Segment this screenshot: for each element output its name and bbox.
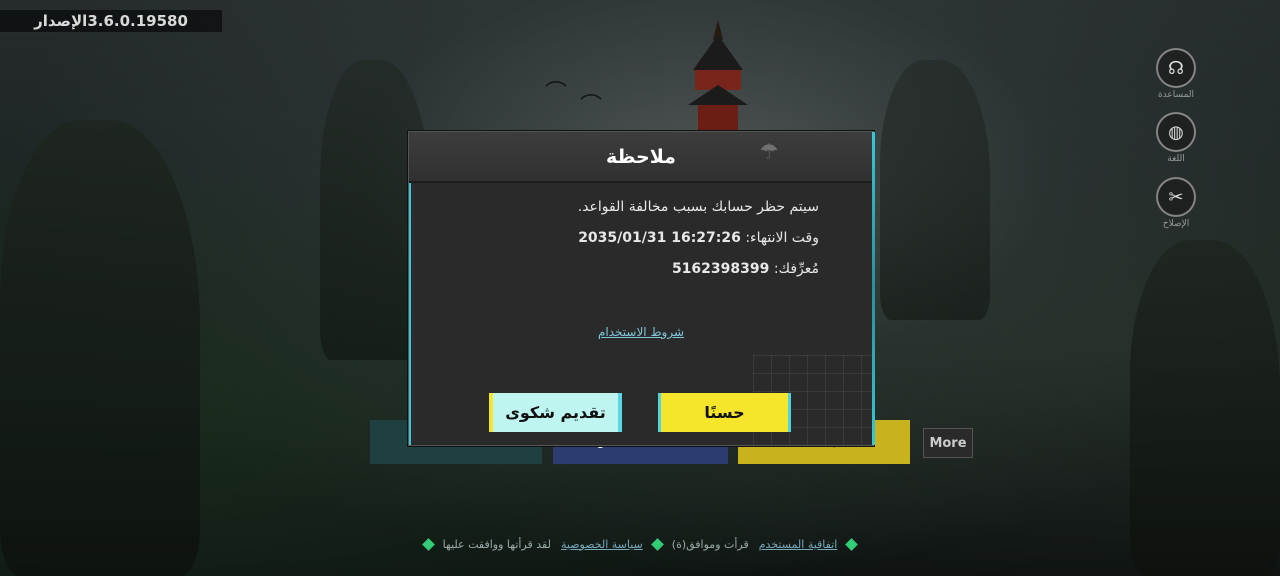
terms-of-use-link[interactable]: شروط الاستخدام	[409, 325, 873, 339]
id-label: مُعرِّفك:	[773, 261, 819, 277]
privacy-policy-link[interactable]: سياسة الخصوصية	[561, 538, 643, 551]
dialog-header: ملاحظة ☂	[409, 132, 873, 183]
version-number: 3.6.0.19580	[87, 12, 188, 30]
repair-button[interactable]: ✂ الإصلاح	[1156, 177, 1196, 229]
expiry-line: وقت الانتهاء: 2035/01/31 16:27:26	[409, 223, 819, 254]
help-label: المساعدة	[1157, 90, 1195, 100]
language-button[interactable]: ◍ اللغة	[1156, 112, 1196, 164]
version-label: 3.6.0.19580 الإصدار	[0, 10, 222, 32]
agree-label: قرأت وموافق(ة)	[671, 537, 749, 551]
confirm-checkbox[interactable]	[421, 537, 435, 551]
notice-dialog: ملاحظة ☂ سيتم حظر حسابك بسبب مخالفة القو…	[408, 131, 875, 446]
id-line: مُعرِّفك: 5162398399	[409, 254, 819, 285]
ban-message: سيتم حظر حسابك بسبب مخالفة القواعد.	[577, 199, 819, 215]
submit-complaint-button[interactable]: تقديم شكوى	[489, 393, 622, 432]
dialog-title: ملاحظة	[606, 145, 676, 168]
ok-button[interactable]: حسنًا	[658, 393, 791, 432]
expiry-value: 2035/01/31 16:27:26	[578, 230, 741, 246]
help-button[interactable]: ☊ المساعدة	[1156, 48, 1196, 100]
user-agreement-link[interactable]: اتفاقية المستخدم	[759, 538, 838, 551]
headset-icon: ☊	[1156, 48, 1196, 88]
privacy-checkbox[interactable]	[650, 537, 664, 551]
user-agreement-checkbox[interactable]	[845, 537, 859, 551]
legal-footer: اتفاقية المستخدم قرأت وموافق(ة) سياسة ال…	[380, 532, 900, 556]
parachute-icon: ☂	[759, 140, 779, 165]
version-text: الإصدار	[34, 12, 88, 30]
tools-icon: ✂	[1156, 177, 1196, 217]
dialog-body: سيتم حظر حسابك بسبب مخالفة القواعد. وقت …	[409, 192, 819, 285]
globe-icon: ◍	[1156, 112, 1196, 152]
repair-label: الإصلاح	[1162, 219, 1190, 229]
id-value: 5162398399	[671, 261, 770, 277]
expiry-label: وقت الانتهاء:	[745, 230, 819, 246]
more-button[interactable]: More	[923, 428, 973, 458]
language-label: اللغة	[1167, 154, 1185, 164]
read-agreed-label: لقد قرأتها ووافقت عليها	[442, 537, 551, 551]
